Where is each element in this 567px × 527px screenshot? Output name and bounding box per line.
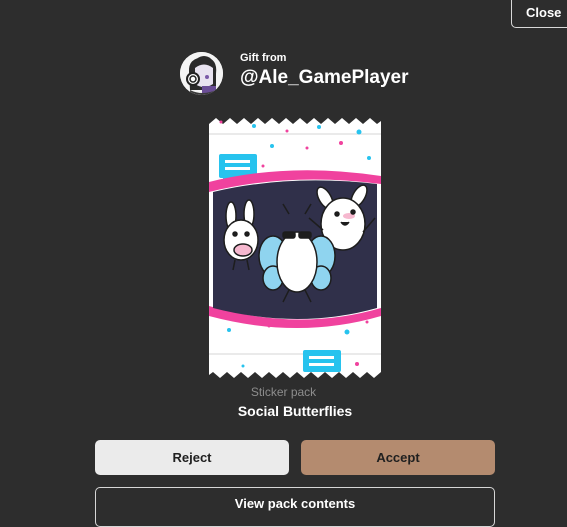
avatar [180,52,223,95]
gift-from-label: Gift from [240,51,287,64]
accept-button[interactable]: Accept [301,440,495,475]
gift-sender: Gift from @Ale_GamePlayer [180,52,409,95]
view-pack-contents-button[interactable]: View pack contents [95,487,495,527]
sender-name: @Ale_GamePlayer [240,66,409,88]
close-button[interactable]: Close [511,0,567,28]
sticker-pack-image [209,118,381,378]
pack-name: Social Butterflies [237,403,353,419]
pack-type-label: Sticker pack [250,385,317,399]
reject-button[interactable]: Reject [95,440,289,475]
